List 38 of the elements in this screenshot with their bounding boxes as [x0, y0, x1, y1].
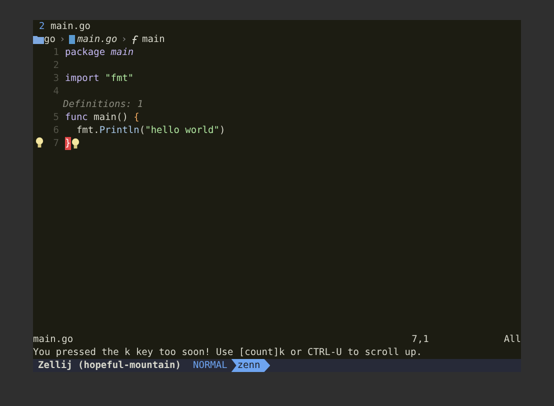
file-icon [69, 35, 76, 44]
code-token: import [65, 72, 100, 85]
line-number: 6 [52, 124, 60, 137]
definitions-hint: Definitions: 1 [63, 98, 144, 111]
code-token: ) [219, 124, 226, 137]
code-token: "hello world" [145, 124, 220, 137]
status-filename: main.go [33, 333, 74, 346]
code-token: fmt. [75, 124, 100, 137]
message-text: You pressed the k key too soon! Use [count]k or CTRL-U to scroll up. [33, 346, 423, 359]
code-token: main() [94, 111, 129, 124]
line-number: 7 [52, 137, 60, 150]
line-number: 1 [52, 46, 60, 59]
scroll-indicator: All [504, 333, 521, 346]
code-token: Println [99, 124, 140, 137]
code-token: ( [139, 124, 146, 137]
tab-number: 2 [39, 20, 45, 33]
breadcrumb-item[interactable]: main [142, 33, 165, 46]
cursor: } [65, 137, 71, 150]
tab-title[interactable]: main.go [50, 20, 91, 33]
folder-icon [33, 35, 44, 44]
code-token: "fmt" [105, 72, 134, 85]
line-number: 4 [52, 85, 60, 98]
breadcrumb-separator: › [121, 33, 127, 46]
session-name: Zellij (hopeful-mountain) [38, 359, 181, 372]
cursor-position: 7,1 [412, 333, 429, 346]
breadcrumb-item[interactable]: main.go [77, 33, 118, 46]
breadcrumb-separator: › [59, 33, 66, 46]
code-token: main [110, 46, 134, 59]
line-number: 2 [52, 59, 60, 72]
code-token: { [134, 111, 140, 124]
breadcrumb-item[interactable]: go [44, 33, 56, 46]
function-icon [130, 34, 139, 44]
zellij-tab[interactable]: zenn [231, 359, 270, 372]
code-token: package [65, 46, 106, 59]
line-number: 3 [52, 72, 60, 85]
line-number: 5 [52, 111, 60, 124]
code-token: func [65, 111, 89, 124]
mode-indicator: NORMAL [193, 359, 228, 372]
